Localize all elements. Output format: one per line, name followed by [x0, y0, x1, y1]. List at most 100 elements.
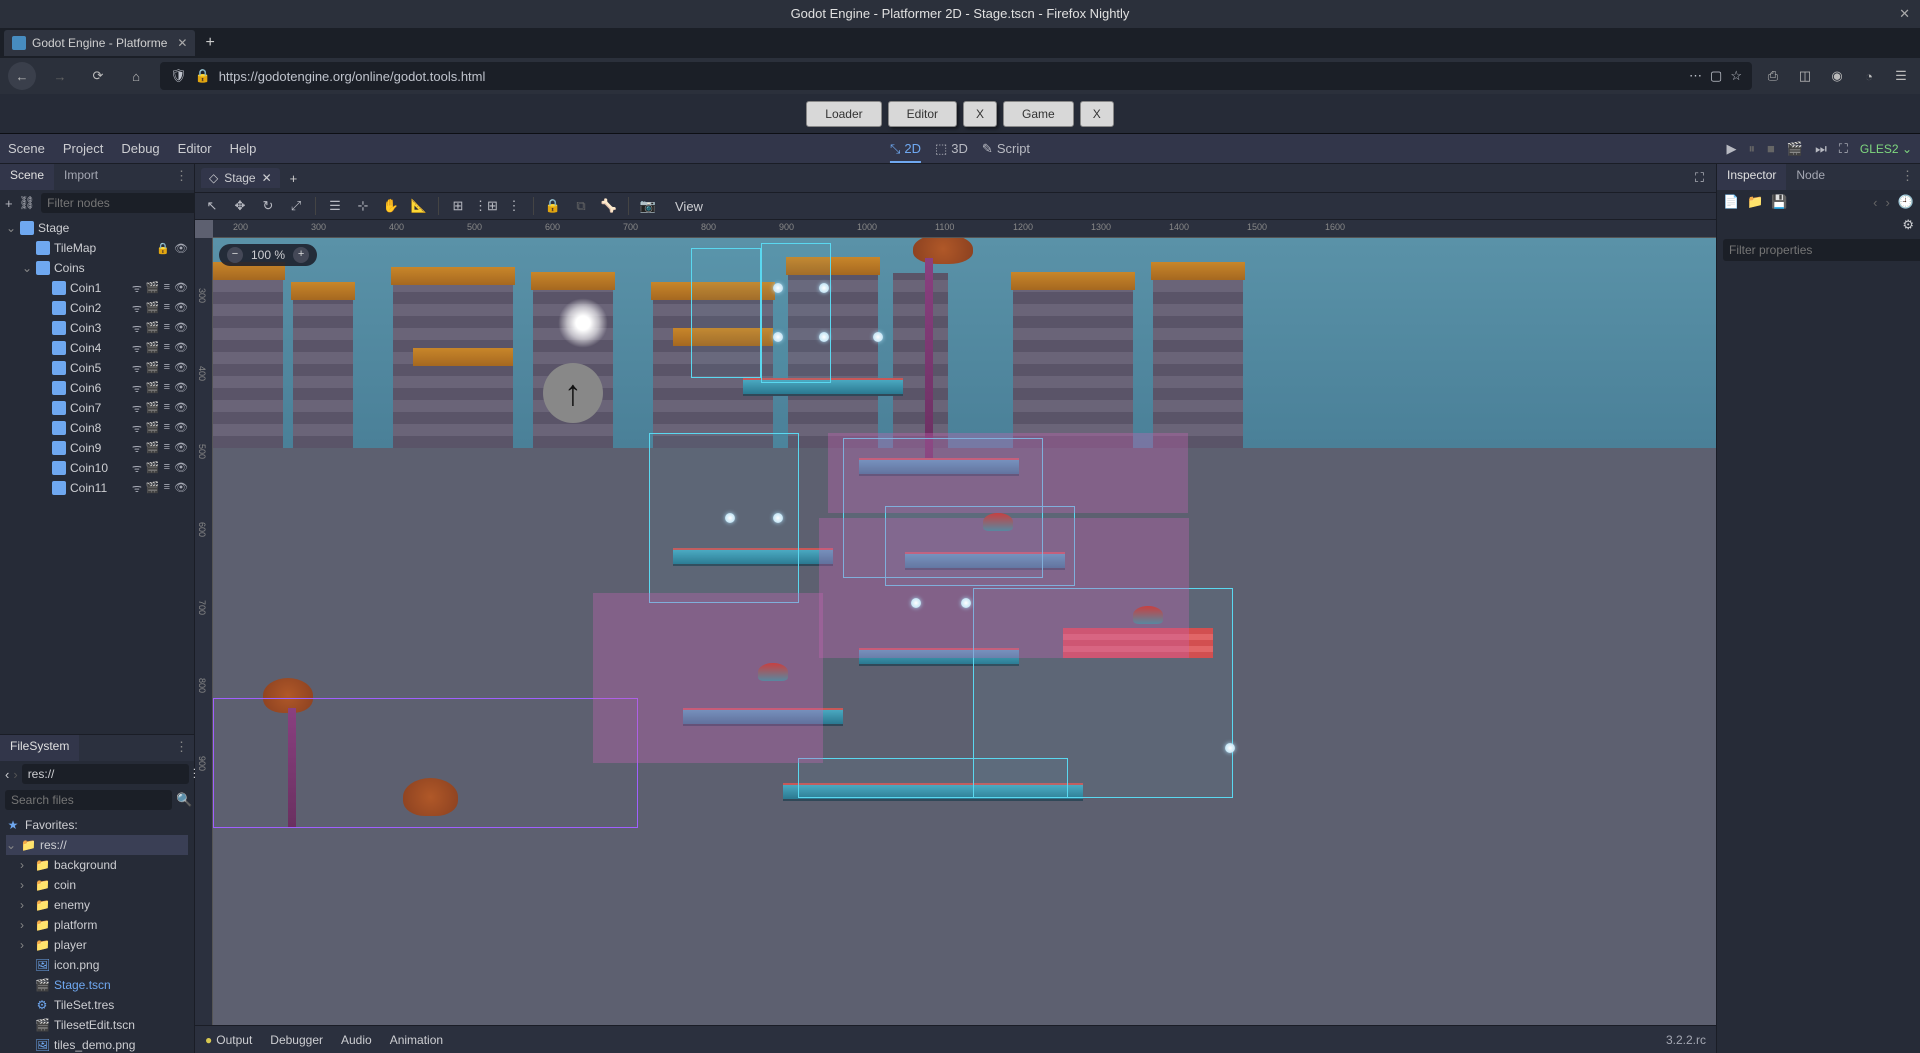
- menu-debug[interactable]: Debug: [121, 141, 159, 156]
- add-scene-tab-button[interactable]: +: [284, 171, 304, 186]
- workspace-script[interactable]: ✎Script: [982, 141, 1030, 157]
- fs-dock-menu-icon[interactable]: ⋮: [169, 735, 194, 761]
- select-tool-icon[interactable]: ↖: [203, 197, 221, 215]
- fs-search-input[interactable]: [5, 790, 172, 810]
- dock-menu-icon[interactable]: ⋮: [169, 164, 194, 190]
- tab-node[interactable]: Node: [1786, 164, 1835, 190]
- fs-path-input[interactable]: [22, 764, 189, 784]
- new-tab-button[interactable]: +: [199, 34, 220, 52]
- sidebar-icon[interactable]: ◫: [1794, 68, 1816, 84]
- whatsnew-icon[interactable]: ◔: [1858, 69, 1880, 84]
- workspace-2d[interactable]: ⤡2D: [890, 141, 921, 163]
- fs-back-button[interactable]: ‹: [5, 767, 9, 782]
- filter-nodes-input[interactable]: [41, 193, 208, 213]
- view-menu[interactable]: View: [675, 199, 703, 214]
- pause-button[interactable]: ⏸: [1749, 141, 1756, 157]
- bone-tool-icon[interactable]: 🦴: [600, 197, 618, 215]
- move-tool-icon[interactable]: ✥: [231, 197, 249, 215]
- tree-node[interactable]: Coin8ᯤ🎬≡👁: [2, 418, 192, 438]
- fs-item[interactable]: ›📁coin: [6, 875, 188, 895]
- account-icon[interactable]: ◉: [1826, 68, 1848, 84]
- scale-tool-icon[interactable]: ⤢: [287, 197, 305, 215]
- list-select-icon[interactable]: ☰: [326, 197, 344, 215]
- renderer-dropdown[interactable]: GLES2 ⌄: [1860, 142, 1912, 156]
- tab-inspector[interactable]: Inspector: [1717, 164, 1786, 190]
- editor-close-button[interactable]: X: [963, 101, 997, 127]
- add-node-button[interactable]: +: [5, 196, 13, 211]
- home-button[interactable]: ⌂: [122, 62, 150, 90]
- back-button[interactable]: ←: [8, 62, 36, 90]
- group-icon[interactable]: ⧉: [572, 197, 590, 215]
- tree-node[interactable]: TileMap🔒👁: [2, 238, 192, 258]
- output-tab[interactable]: Output: [205, 1033, 252, 1047]
- menu-icon[interactable]: ☰: [1890, 68, 1912, 84]
- video-settings-button[interactable]: ⛶: [1839, 141, 1848, 157]
- tree-node[interactable]: Coin9ᯤ🎬≡👁: [2, 438, 192, 458]
- fs-item[interactable]: ⌄📁res://: [6, 835, 188, 855]
- tab-close-icon[interactable]: ✕: [177, 36, 187, 50]
- play-button[interactable]: ▶: [1727, 141, 1737, 157]
- fs-item[interactable]: ⚙TileSet.tres: [6, 995, 188, 1015]
- inspector-dock-menu-icon[interactable]: ⋮: [1895, 164, 1920, 190]
- scene-tab-stage[interactable]: ◇ Stage ✕: [201, 168, 280, 188]
- animation-tab[interactable]: Animation: [390, 1033, 443, 1047]
- tree-node[interactable]: Coin6ᯤ🎬≡👁: [2, 378, 192, 398]
- search-icon[interactable]: 🔍: [176, 792, 192, 808]
- rotate-tool-icon[interactable]: ↻: [259, 197, 277, 215]
- fs-item[interactable]: ›📁player: [6, 935, 188, 955]
- object-props-icon[interactable]: ⚙: [1902, 217, 1914, 233]
- scene-tree[interactable]: ⌄StageTileMap🔒👁⌄CoinsCoin1ᯤ🎬≡👁Coin2ᯤ🎬≡👁C…: [0, 216, 194, 734]
- tree-node[interactable]: Coin2ᯤ🎬≡👁: [2, 298, 192, 318]
- tree-node[interactable]: Coin7ᯤ🎬≡👁: [2, 398, 192, 418]
- ruler-tool-icon[interactable]: 📐: [410, 197, 428, 215]
- instance-scene-button[interactable]: ⛓: [19, 195, 36, 211]
- fs-item[interactable]: 🎬Stage.tscn: [6, 975, 188, 995]
- fs-item[interactable]: ›📁enemy: [6, 895, 188, 915]
- menu-editor[interactable]: Editor: [178, 141, 212, 156]
- viewport-canvas[interactable]: 2003004005006007008009001000110012001300…: [195, 220, 1716, 1025]
- filter-properties-input[interactable]: [1723, 239, 1920, 261]
- load-resource-icon[interactable]: 📁: [1747, 194, 1763, 210]
- history-icon[interactable]: 🕘: [1898, 194, 1914, 210]
- editor-button[interactable]: Editor: [888, 101, 957, 127]
- browser-tab[interactable]: Godot Engine - Platforme ✕: [4, 30, 195, 56]
- zoom-in-button[interactable]: +: [293, 247, 309, 263]
- tree-node[interactable]: Coin11ᯤ🎬≡👁: [2, 478, 192, 498]
- menu-scene[interactable]: Scene: [8, 141, 45, 156]
- override-camera-icon[interactable]: 📷: [639, 197, 657, 215]
- lock-icon[interactable]: 🔒: [544, 197, 562, 215]
- fs-item[interactable]: 🎬TilesetEdit.tscn: [6, 1015, 188, 1035]
- loader-button[interactable]: Loader: [806, 101, 881, 127]
- snap-menu-icon[interactable]: ⋮: [505, 197, 523, 215]
- stop-button[interactable]: ■: [1767, 141, 1775, 156]
- fs-forward-button[interactable]: ›: [13, 767, 17, 782]
- snap-toggle-icon[interactable]: ⊞: [449, 197, 467, 215]
- new-resource-icon[interactable]: 📄: [1723, 194, 1739, 210]
- tree-node[interactable]: Coin4ᯤ🎬≡👁: [2, 338, 192, 358]
- menu-help[interactable]: Help: [230, 141, 257, 156]
- meatball-icon[interactable]: ⋯: [1689, 68, 1702, 84]
- game-close-button[interactable]: X: [1080, 101, 1114, 127]
- workspace-3d[interactable]: ⬚3D: [935, 141, 968, 157]
- snap-options-icon[interactable]: ⋮⊞: [477, 197, 495, 215]
- tab-import[interactable]: Import: [54, 164, 108, 190]
- fs-item[interactable]: ›📁platform: [6, 915, 188, 935]
- zoom-out-button[interactable]: −: [227, 247, 243, 263]
- close-icon[interactable]: ✕: [262, 171, 272, 185]
- tree-node[interactable]: Coin5ᯤ🎬≡👁: [2, 358, 192, 378]
- pivot-tool-icon[interactable]: ⊹: [354, 197, 372, 215]
- reader-icon[interactable]: ▢: [1710, 68, 1722, 84]
- reload-button[interactable]: ⟳: [84, 62, 112, 90]
- library-icon[interactable]: ⎙: [1762, 68, 1784, 84]
- save-resource-icon[interactable]: 💾: [1771, 194, 1787, 210]
- history-next-icon[interactable]: ›: [1885, 195, 1889, 210]
- tree-node[interactable]: Coin3ᯤ🎬≡👁: [2, 318, 192, 338]
- tree-node[interactable]: Coin1ᯤ🎬≡👁: [2, 278, 192, 298]
- fs-item[interactable]: 🖼tiles_demo.png: [6, 1035, 188, 1053]
- tree-node[interactable]: ⌄Stage: [2, 218, 192, 238]
- debugger-tab[interactable]: Debugger: [270, 1033, 323, 1047]
- filesystem-tree[interactable]: ★Favorites: ⌄📁res://›📁background›📁coin›📁…: [0, 813, 194, 1053]
- audio-tab[interactable]: Audio: [341, 1033, 372, 1047]
- url-bar[interactable]: 🛡 🔒 https://godotengine.org/online/godot…: [160, 62, 1752, 90]
- star-icon[interactable]: ☆: [1730, 68, 1742, 84]
